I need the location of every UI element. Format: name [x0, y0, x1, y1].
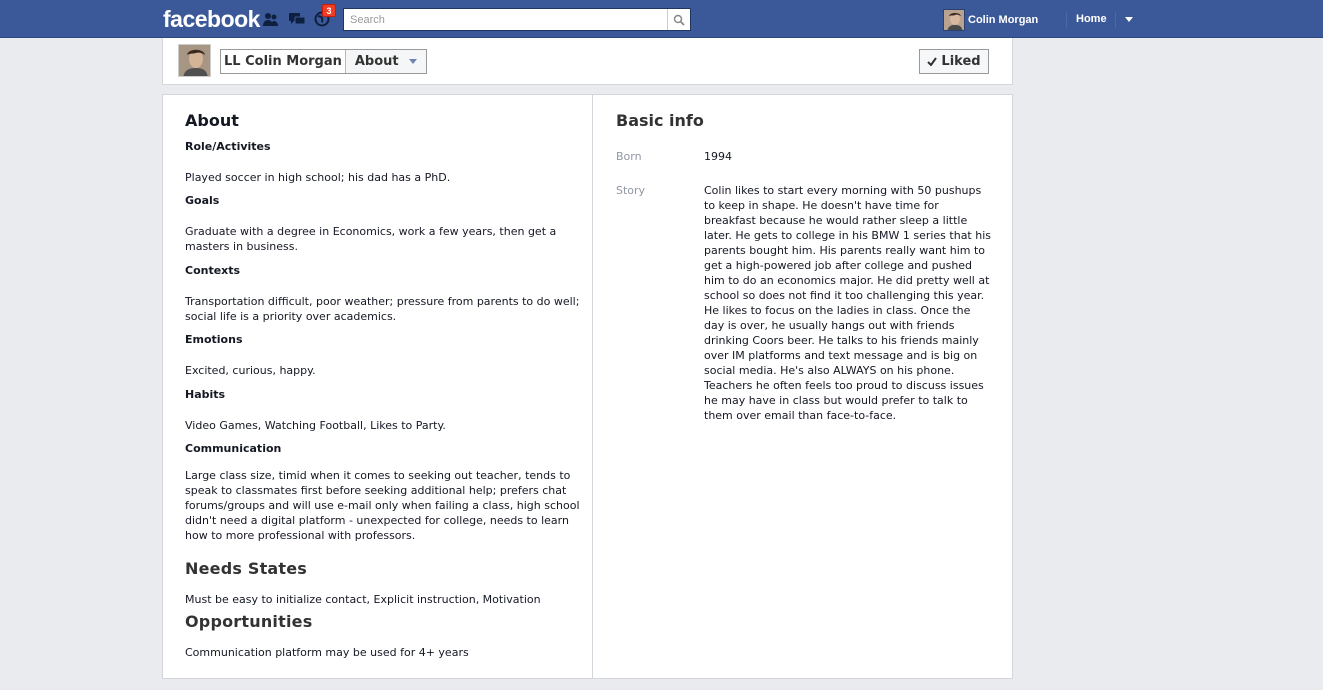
home-link[interactable]: Home	[1076, 13, 1107, 25]
about-column: About Role/Activites Played soccer in hi…	[163, 95, 593, 678]
section-selector[interactable]: About	[346, 50, 426, 73]
section-heading-communication: Communication	[185, 442, 282, 455]
dropdown-arrow-icon	[408, 59, 417, 64]
nav-divider	[1066, 12, 1067, 28]
story-label: Story	[616, 184, 646, 197]
section-label: About	[354, 54, 399, 69]
section-heading-goals: Goals	[185, 194, 220, 207]
search-input[interactable]	[344, 9, 668, 30]
basic-info-title: Basic info	[616, 111, 704, 130]
needs-states-text: Must be easy to initialize contact, Expl…	[185, 593, 541, 606]
facebook-logo[interactable]: facebook	[163, 6, 260, 33]
profile-link[interactable]: Colin Morgan	[943, 9, 1038, 31]
section-text-goals: Graduate with a degree in Economics, wor…	[185, 225, 557, 253]
section-text-habits: Video Games, Watching Football, Likes to…	[185, 419, 446, 432]
user-name: Colin Morgan	[968, 14, 1039, 26]
notifications-badge[interactable]: 3	[322, 4, 336, 17]
search-box[interactable]	[343, 8, 691, 31]
messages-icon[interactable]	[288, 11, 306, 27]
needs-states-title: Needs States	[185, 559, 308, 578]
friend-requests-icon[interactable]	[262, 11, 280, 27]
opportunities-title: Opportunities	[185, 612, 313, 631]
section-heading-contexts: Contexts	[185, 264, 241, 277]
section-heading-role: Role/Activites	[185, 140, 271, 153]
search-button[interactable]	[667, 9, 690, 30]
avatar	[943, 9, 965, 31]
story-value: Colin likes to start every morning with …	[704, 184, 992, 422]
search-icon	[673, 14, 685, 26]
born-label: Born	[616, 150, 642, 163]
liked-button[interactable]: Liked	[919, 49, 989, 74]
page-profile-picture[interactable]	[178, 44, 211, 77]
section-text-role: Played soccer in high school; his dad ha…	[185, 171, 451, 184]
basic-info-column: Basic info Born 1994 Story Colin likes t…	[594, 95, 1012, 678]
breadcrumb: LL Colin Morgan About	[220, 49, 427, 74]
about-title: About	[185, 111, 239, 130]
liked-label: Liked	[941, 54, 981, 69]
check-icon	[927, 57, 938, 66]
section-heading-emotions: Emotions	[185, 333, 243, 346]
section-heading-habits: Habits	[185, 388, 226, 401]
about-card: About Role/Activites Played soccer in hi…	[162, 94, 1013, 679]
section-text-communication: Large class size, timid when it comes to…	[185, 469, 580, 542]
section-text-contexts: Transportation difficult, poor weather; …	[185, 295, 580, 323]
opportunities-text: Communication platform may be used for 4…	[185, 646, 469, 659]
page-header: LL Colin Morgan About Liked	[162, 38, 1013, 85]
section-text-emotions: Excited, curious, happy.	[185, 364, 316, 377]
account-dropdown-icon[interactable]	[1125, 17, 1133, 22]
breadcrumb-page-name[interactable]: LL Colin Morgan	[221, 50, 346, 73]
top-navigation-bar: facebook 3 Colin Morgan Home	[0, 0, 1323, 38]
born-value: 1994	[704, 150, 732, 163]
nav-divider	[1115, 12, 1116, 28]
